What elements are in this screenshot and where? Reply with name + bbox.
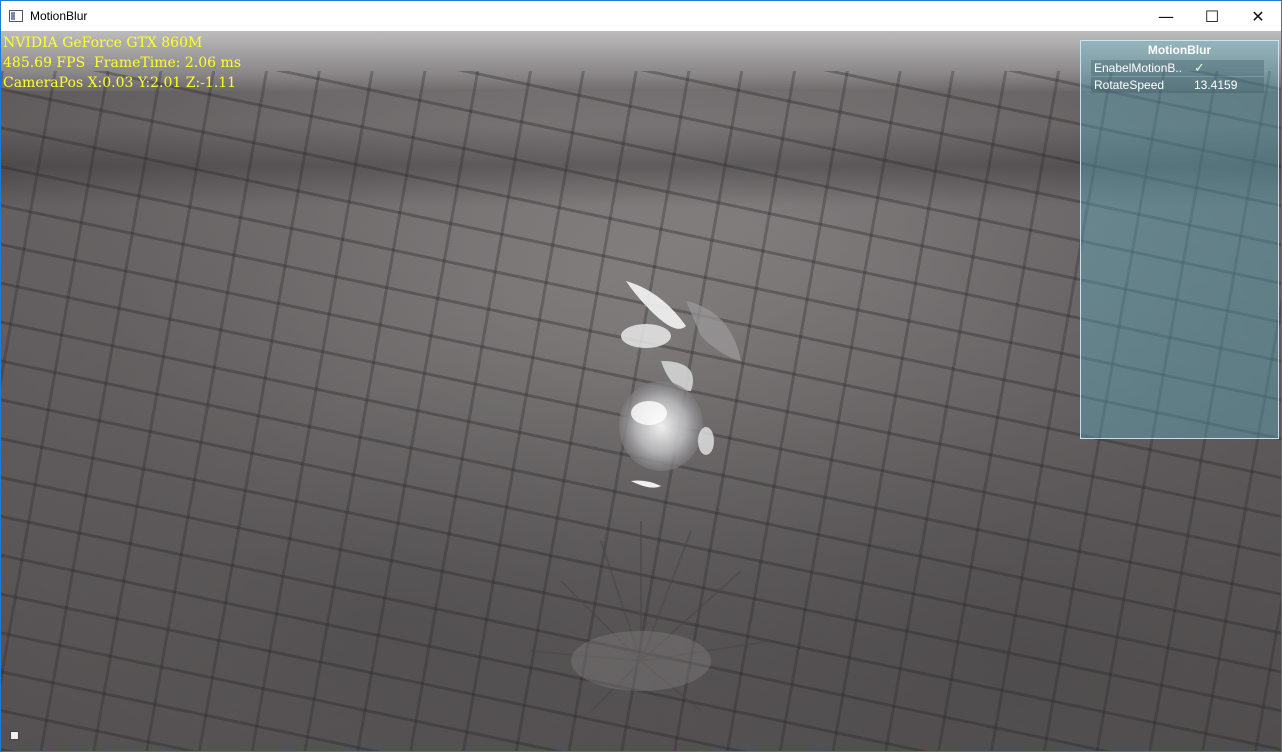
enable-motionblur-checkbox[interactable]: ✓ — [1194, 61, 1205, 76]
camera-pos-label: CameraPos X:0.03 Y:2.01 Z:-1.11 — [3, 75, 237, 91]
maximize-icon: ☐ — [1204, 6, 1220, 26]
app-window: MotionBlur — ☐ ✕ NVIDIA GeForce GTX 860M… — [0, 0, 1282, 752]
enable-motionblur-row[interactable]: EnabelMotionB.. ✓ — [1091, 60, 1264, 76]
app-icon — [9, 10, 23, 22]
stats-overlay: NVIDIA GeForce GTX 860M 485.69 FPS Frame… — [3, 33, 241, 93]
window-controls: — ☐ ✕ — [1143, 1, 1281, 31]
resize-grip-icon[interactable] — [10, 731, 19, 740]
fps-label: 485.69 FPS FrameTime: 2.06 ms — [3, 55, 241, 71]
gpu-label: NVIDIA GeForce GTX 860M — [3, 35, 203, 51]
rotate-speed-row[interactable]: RotateSpeed 13.4159 — [1091, 77, 1264, 93]
title-bar[interactable]: MotionBlur — ☐ ✕ — [1, 1, 1281, 31]
render-viewport[interactable]: NVIDIA GeForce GTX 860M 485.69 FPS Frame… — [1, 31, 1281, 751]
enable-motionblur-label: EnabelMotionB.. — [1094, 61, 1183, 75]
rotate-speed-value[interactable]: 13.4159 — [1194, 78, 1237, 92]
close-icon: ✕ — [1251, 6, 1265, 26]
window-title: MotionBlur — [30, 9, 88, 23]
panel-title[interactable]: MotionBlur — [1081, 41, 1278, 59]
maximize-button[interactable]: ☐ — [1189, 1, 1235, 31]
minimize-icon: — — [1158, 6, 1174, 26]
close-button[interactable]: ✕ — [1235, 1, 1281, 31]
motion-streaks — [530, 521, 772, 712]
motionblur-settings-panel[interactable]: MotionBlur EnabelMotionB.. ✓ RotateSpeed… — [1080, 40, 1279, 439]
rotate-speed-label: RotateSpeed — [1094, 78, 1165, 92]
minimize-button[interactable]: — — [1143, 1, 1189, 31]
